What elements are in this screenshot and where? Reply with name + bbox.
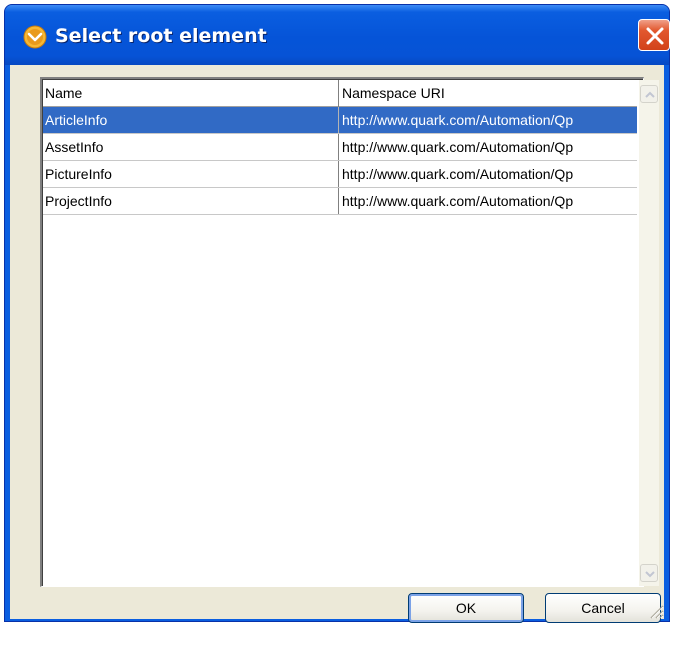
quark-app-icon <box>23 25 47 49</box>
row-name: PictureInfo <box>43 161 339 187</box>
row-namespace: http://www.quark.com/Automation/Qp <box>342 112 574 128</box>
row-namespace: http://www.quark.com/Automation/Qp <box>342 193 574 209</box>
title-bar[interactable]: Select root element <box>5 5 670 65</box>
row-name: ArticleInfo <box>43 107 339 133</box>
row-name: ProjectInfo <box>43 188 339 214</box>
dialog-title: Select root element <box>55 25 267 47</box>
close-icon <box>646 27 664 45</box>
cancel-button[interactable]: Cancel <box>545 593 661 623</box>
vertical-scrollbar[interactable] <box>639 80 659 586</box>
close-button[interactable] <box>638 19 670 51</box>
row-namespace: http://www.quark.com/Automation/Qp <box>342 166 574 182</box>
list-row[interactable]: AssetInfo http://www.quark.com/Automatio… <box>43 134 637 161</box>
list-header: Name Namespace URI <box>43 80 637 107</box>
column-header-namespace[interactable]: Namespace URI <box>340 80 637 107</box>
scroll-up-button[interactable] <box>640 85 658 103</box>
scroll-up-icon <box>645 91 655 98</box>
column-header-name[interactable]: Name <box>43 80 339 107</box>
scroll-down-icon <box>645 571 655 578</box>
scroll-down-button[interactable] <box>640 564 658 582</box>
dialog-window: Select root element Name Namespace URI A… <box>4 4 670 623</box>
resize-grip-icon[interactable] <box>646 601 664 619</box>
ok-button[interactable]: OK <box>408 593 524 623</box>
row-name: AssetInfo <box>43 134 339 160</box>
row-namespace: http://www.quark.com/Automation/Qp <box>342 139 574 155</box>
list-row[interactable]: ProjectInfo http://www.quark.com/Automat… <box>43 188 637 215</box>
list-row[interactable]: ArticleInfo http://www.quark.com/Automat… <box>43 107 637 134</box>
root-element-list[interactable]: Name Namespace URI ArticleInfo http://ww… <box>40 77 659 587</box>
dialog-body: Name Namespace URI ArticleInfo http://ww… <box>10 65 664 623</box>
list-row[interactable]: PictureInfo http://www.quark.com/Automat… <box>43 161 637 188</box>
